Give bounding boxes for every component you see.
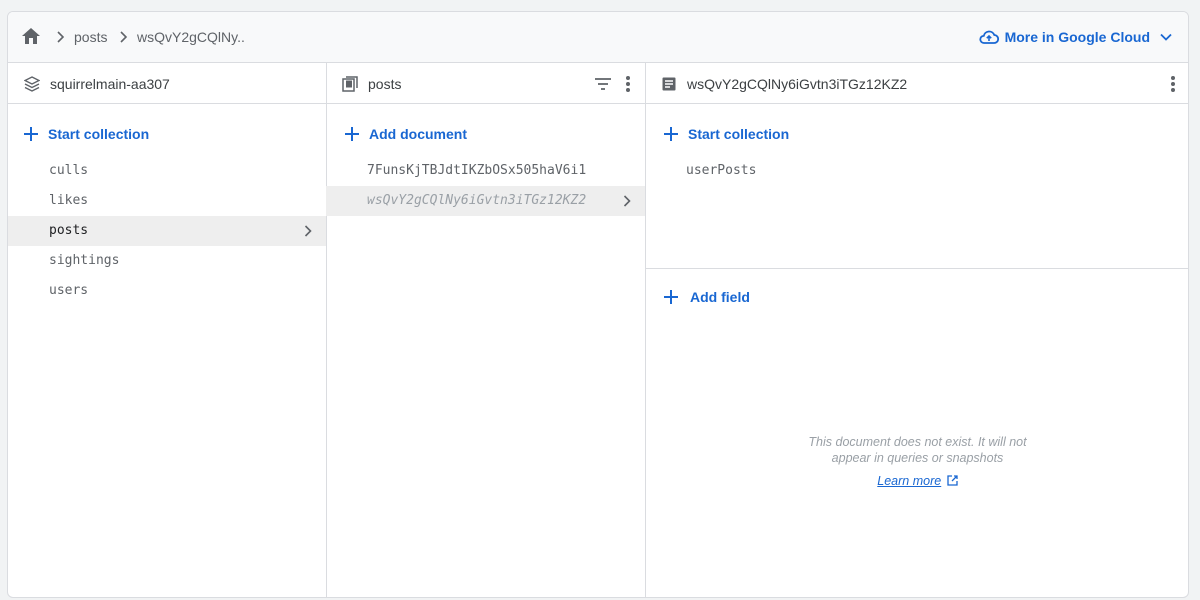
collection-panel: posts Add document 7FunsKjTBJdtIKZbOSx50… [326, 63, 646, 597]
firestore-data-viewer: posts wsQvY2gCQlNy.. More in Google Clou… [7, 11, 1189, 598]
collection-list: culls likes posts sightings users [8, 156, 326, 306]
document-list: 7FunsKjTBJdtIKZbOSx505haV6i1 wsQvY2gCQlN… [326, 156, 645, 216]
filter-icon[interactable] [594, 77, 612, 91]
chevron-right-icon [120, 31, 128, 43]
learn-more-label: Learn more [877, 474, 942, 488]
project-title: squirrelmain-aa307 [50, 76, 170, 92]
start-collection-button[interactable]: Start collection [24, 126, 149, 142]
collection-panel-header: posts [326, 63, 645, 104]
chevron-right-icon [304, 225, 312, 237]
document-item-label: wsQvY2gCQlNy6iGvtn3iTGz12KZ2 [367, 193, 587, 208]
breadcrumb-item-posts[interactable]: posts [74, 29, 107, 45]
document-panel: wsQvY2gCQlNy6iGvtn3iTGz12KZ2 Start colle… [645, 63, 1188, 597]
start-subcollection-button[interactable]: Start collection [664, 126, 789, 142]
plus-icon [24, 127, 38, 141]
collection-item-users[interactable]: users [8, 276, 326, 306]
add-field-button[interactable]: Add field [664, 289, 750, 305]
more-in-google-cloud-label: More in Google Cloud [1004, 29, 1150, 45]
missing-document-message-line1: This document does not exist. It will no… [808, 435, 1027, 449]
chevron-right-icon [57, 31, 65, 43]
plus-icon [664, 290, 678, 304]
chevron-down-icon [1160, 33, 1172, 41]
collection-title: posts [368, 76, 402, 92]
subcollection-item-userposts[interactable]: userPosts [645, 156, 1188, 186]
subcollection-list: userPosts [645, 156, 1188, 186]
more-vert-icon[interactable] [1170, 75, 1176, 93]
start-collection-label: Start collection [688, 126, 790, 142]
learn-more-link[interactable]: Learn more [645, 474, 1188, 488]
open-in-new-icon [947, 475, 958, 486]
cloud-icon [978, 30, 999, 44]
document-panel-header: wsQvY2gCQlNy6iGvtn3iTGz12KZ2 [645, 63, 1188, 104]
document-item[interactable]: 7FunsKjTBJdtIKZbOSx505haV6i1 [326, 156, 645, 186]
home-icon[interactable] [21, 27, 41, 45]
document-item-selected[interactable]: wsQvY2gCQlNy6iGvtn3iTGz12KZ2 [326, 186, 645, 216]
missing-document-message-line2: appear in queries or snapshots [831, 451, 1004, 465]
collection-item-label: posts [49, 223, 89, 238]
collection-item-culls[interactable]: culls [8, 156, 326, 186]
collection-item-sightings[interactable]: sightings [8, 246, 326, 276]
more-vert-icon[interactable] [625, 75, 631, 93]
plus-icon [345, 127, 359, 141]
missing-document-message: This document does not exist. It will no… [645, 434, 1188, 466]
collection-item-posts[interactable]: posts [8, 216, 326, 246]
breadcrumb-bar: posts wsQvY2gCQlNy.. More in Google Clou… [8, 12, 1188, 63]
more-in-google-cloud-button[interactable]: More in Google Cloud [978, 26, 1172, 48]
subcollection-section: Start collection userPosts [645, 104, 1188, 269]
root-panel-header: squirrelmain-aa307 [8, 63, 326, 104]
plus-icon [664, 127, 678, 141]
collection-item-likes[interactable]: likes [8, 186, 326, 216]
add-field-label: Add field [690, 289, 750, 305]
add-document-label: Add document [369, 126, 467, 142]
root-panel: squirrelmain-aa307 Start collection cull… [8, 63, 327, 597]
add-document-button[interactable]: Add document [345, 126, 467, 142]
database-icon [24, 76, 40, 92]
document-title: wsQvY2gCQlNy6iGvtn3iTGz12KZ2 [687, 76, 908, 92]
chevron-right-icon [623, 195, 631, 207]
collection-icon [342, 76, 358, 92]
breadcrumb-item-document[interactable]: wsQvY2gCQlNy.. [137, 29, 245, 45]
document-icon [662, 77, 676, 91]
start-collection-label: Start collection [48, 126, 150, 142]
